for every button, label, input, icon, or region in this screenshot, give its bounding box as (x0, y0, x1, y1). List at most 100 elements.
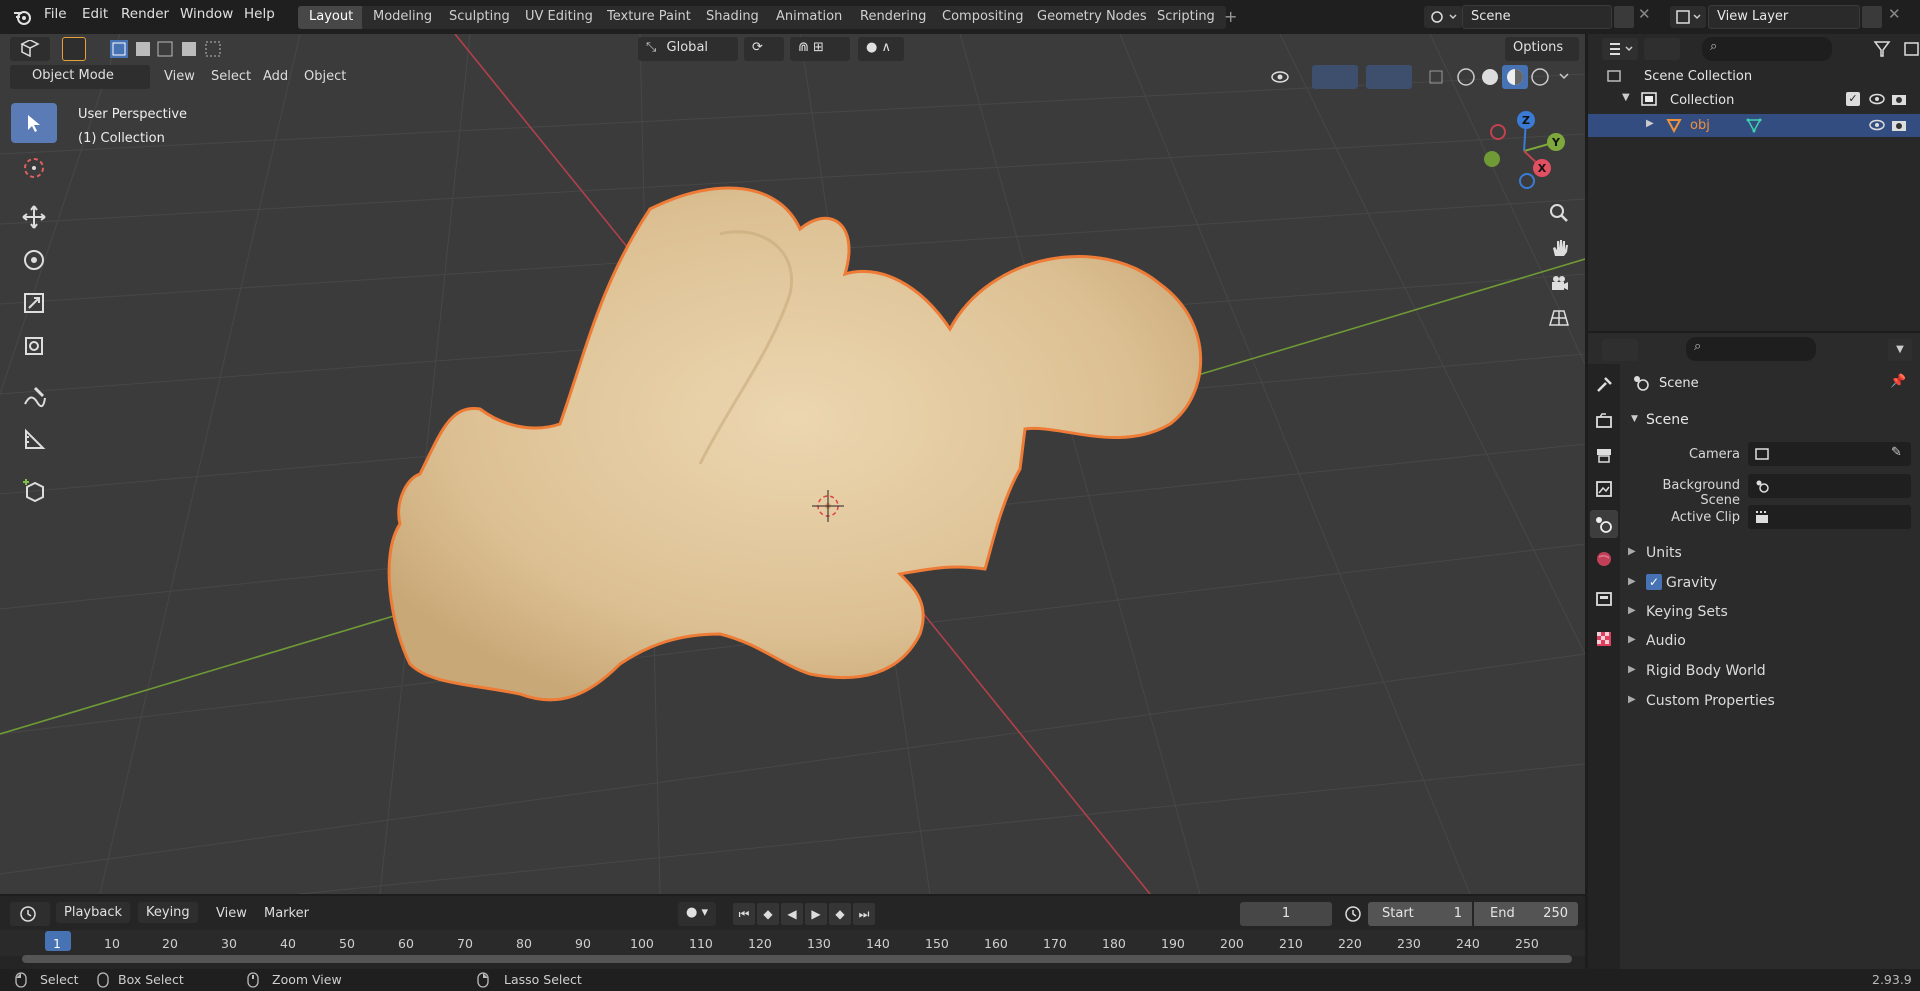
camera-view-icon[interactable] (1544, 268, 1574, 298)
render-tab-icon[interactable] (1595, 412, 1613, 430)
transform-tool-icon[interactable] (11, 326, 57, 366)
world-tab-icon[interactable] (1595, 550, 1613, 568)
tab-modeling[interactable]: Modeling (362, 6, 444, 29)
blender-logo-icon[interactable] (12, 7, 32, 27)
active-tool-icon[interactable] (62, 37, 86, 61)
add-cube-tool-icon[interactable] (11, 471, 57, 511)
obj-visibility-eye-icon[interactable] (1868, 117, 1886, 133)
collection-tab-icon[interactable] (1595, 590, 1613, 608)
rotate-tool-icon[interactable] (11, 240, 57, 280)
add-workspace-icon[interactable]: + (1224, 7, 1237, 26)
collection-visibility-eye-icon[interactable] (1868, 91, 1886, 107)
editor-type-icon[interactable] (10, 37, 50, 61)
close-view-layer-icon[interactable]: ✕ (1888, 5, 1901, 23)
proportional-edit-icon[interactable]: ● ∧ (858, 37, 904, 61)
tab-texture-paint[interactable]: Texture Paint (596, 6, 702, 29)
overlay-toggle-icon[interactable] (1366, 65, 1412, 89)
viewport-menu-object[interactable]: Object (304, 69, 346, 84)
units-panel[interactable]: Units (1646, 545, 1682, 561)
properties-editor-type-icon[interactable] (1602, 339, 1638, 361)
preview-range-clock-icon[interactable] (1342, 903, 1364, 925)
filter-icon[interactable] (1872, 38, 1902, 60)
pan-view-hand-icon[interactable] (1544, 233, 1574, 263)
play-reverse-icon[interactable]: ◀ (781, 903, 803, 925)
menu-window[interactable]: Window (180, 6, 233, 22)
gravity-checkbox[interactable]: ✓ (1646, 574, 1662, 590)
visibility-eye-icon[interactable] (1268, 65, 1306, 89)
tab-compositing[interactable]: Compositing (931, 6, 1035, 29)
tab-rendering[interactable]: Rendering (849, 6, 938, 29)
scale-tool-icon[interactable] (11, 283, 57, 323)
timeline-scrollbar[interactable] (22, 955, 1572, 963)
scene-panel-title[interactable]: Scene (1646, 412, 1689, 428)
output-tab-icon[interactable] (1595, 446, 1613, 464)
keying-sets-panel[interactable]: Keying Sets (1646, 604, 1728, 620)
tool-tab-icon[interactable] (1595, 376, 1613, 394)
tab-uv-editing[interactable]: UV Editing (514, 6, 604, 29)
tab-geometry-nodes[interactable]: Geometry Nodes (1026, 6, 1158, 29)
custom-properties-expand-icon[interactable]: ▶ (1628, 694, 1636, 705)
gravity-expand-icon[interactable]: ▶ (1628, 576, 1636, 587)
tab-sculpting[interactable]: Sculpting (438, 6, 521, 29)
menu-help[interactable]: Help (244, 6, 275, 22)
collection-label[interactable]: Collection (1670, 93, 1734, 108)
options-dropdown[interactable]: Options (1505, 37, 1579, 61)
obj-label[interactable]: obj (1690, 118, 1710, 133)
outliner-search-input[interactable]: ⌕ (1702, 37, 1832, 61)
texture-tab-icon[interactable] (1595, 630, 1613, 648)
properties-search-input[interactable]: ⌕ (1686, 337, 1816, 361)
active-clip-field[interactable] (1748, 505, 1911, 529)
viewport-menu-select[interactable]: Select (211, 69, 251, 84)
pivot-point-icon[interactable]: ⟳ (744, 37, 784, 61)
timeline-editor-type-icon[interactable] (10, 902, 50, 926)
annotate-tool-icon[interactable] (11, 377, 57, 417)
outliner-row-obj[interactable]: ▶ obj (1588, 114, 1920, 137)
menu-edit[interactable]: Edit (82, 6, 108, 22)
move-tool-icon[interactable] (11, 197, 57, 237)
perspective-toggle-icon[interactable] (1544, 303, 1574, 333)
auto-keying-icon[interactable]: ● ▾ (678, 902, 716, 926)
mesh-data-icon[interactable] (1746, 117, 1762, 133)
jump-to-next-keyframe-icon[interactable]: ◆ (829, 903, 851, 925)
collection-checkbox[interactable]: ✓ (1846, 92, 1860, 106)
camera-field[interactable]: ✎ (1748, 442, 1911, 466)
selected-mesh-object[interactable] (387, 186, 1203, 702)
snap-icon[interactable]: ⋒ ⊞ (790, 37, 850, 61)
tab-shading[interactable]: Shading (695, 6, 770, 29)
collection-expand-icon[interactable]: ▼ (1622, 92, 1630, 103)
select-box-tool-icon[interactable] (11, 103, 57, 143)
scene-selector-icon[interactable] (1424, 6, 1462, 28)
units-expand-icon[interactable]: ▶ (1628, 546, 1636, 557)
navigation-gizmo[interactable]: Z Y X (1478, 108, 1570, 194)
background-scene-field[interactable] (1748, 474, 1911, 498)
gravity-panel[interactable]: Gravity (1666, 575, 1717, 591)
end-frame-field[interactable]: End 250 (1474, 902, 1578, 926)
selection-mode-icon[interactable] (108, 38, 228, 60)
view-layer-field[interactable]: View Layer (1708, 5, 1860, 29)
timeline-view-menu[interactable]: View (216, 906, 247, 921)
cursor-tool-icon[interactable] (11, 148, 57, 188)
gizmo-toggle-icon[interactable] (1312, 65, 1358, 89)
playback-menu[interactable]: Playback (56, 902, 131, 923)
shading-mode-icon[interactable] (1452, 65, 1578, 89)
3d-viewport[interactable] (0, 34, 1585, 894)
display-mode-icon[interactable] (1644, 38, 1680, 60)
tab-animation[interactable]: Animation (765, 6, 854, 29)
scene-panel-collapse-icon[interactable]: ▼ (1631, 414, 1638, 424)
audio-panel[interactable]: Audio (1646, 633, 1686, 649)
rigid-body-world-expand-icon[interactable]: ▶ (1628, 664, 1636, 675)
obj-render-camera-icon[interactable] (1890, 117, 1908, 133)
menu-file[interactable]: File (44, 6, 67, 22)
jump-to-end-icon[interactable]: ⏭ (853, 903, 875, 925)
viewport-menu-view[interactable]: View (164, 69, 195, 84)
tab-layout[interactable]: Layout (298, 6, 365, 29)
new-collection-icon[interactable] (1904, 38, 1920, 60)
view-layer-tab-icon[interactable] (1595, 480, 1613, 498)
eyedropper-icon[interactable]: ✎ (1891, 445, 1902, 460)
copy-scene-icon[interactable] (1614, 6, 1634, 28)
start-frame-field[interactable]: Start 1 (1368, 902, 1472, 926)
zoom-view-icon[interactable] (1544, 198, 1574, 228)
obj-expand-icon[interactable]: ▶ (1646, 118, 1654, 129)
rigid-body-world-panel[interactable]: Rigid Body World (1646, 663, 1766, 679)
transform-orientation-dropdown[interactable]: ⤡ Global (638, 37, 738, 61)
